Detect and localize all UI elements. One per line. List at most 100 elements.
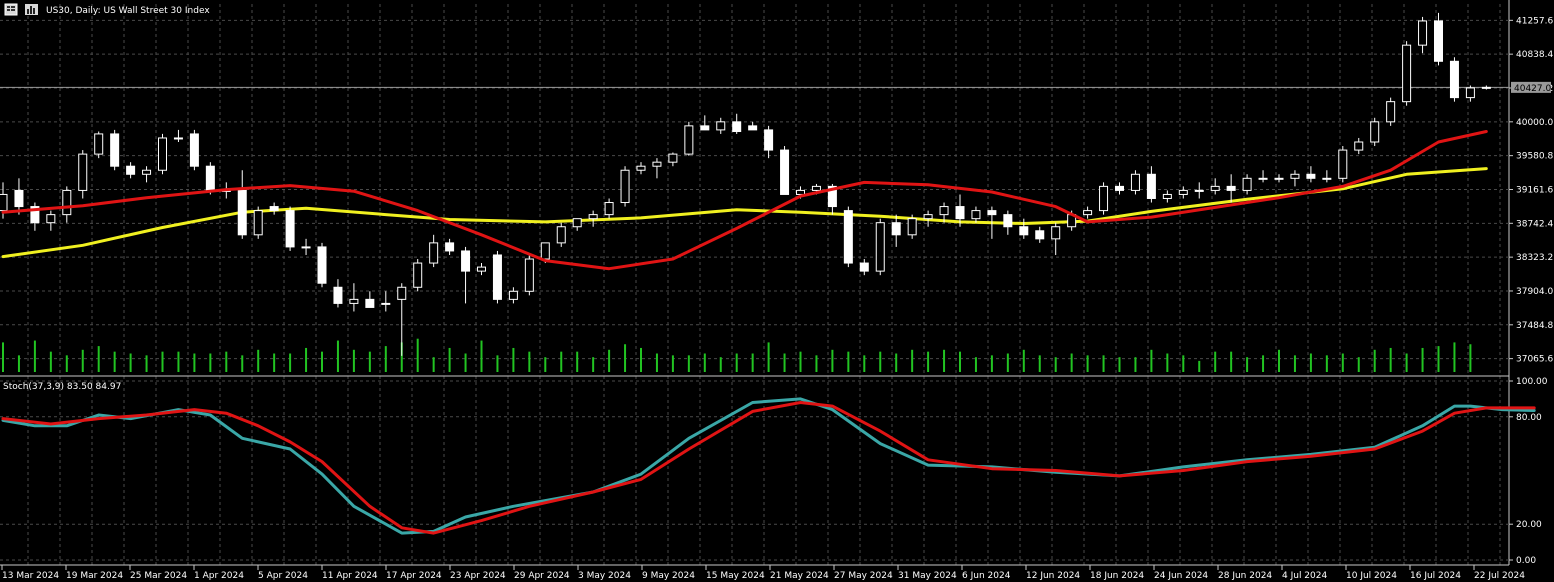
time-tick-label: 23 Apr 2024 (450, 571, 506, 581)
candle-body-bullish (1338, 149, 1348, 179)
candle-body-bullish (572, 218, 582, 228)
candle-body-bearish (987, 210, 997, 216)
candle-body-bullish (1051, 226, 1061, 240)
candle-body-bearish (1115, 185, 1124, 191)
candle-body-bearish (780, 149, 790, 195)
candle-body-bullish (477, 266, 486, 272)
time-tick-label: 10 Jul 2024 (1346, 571, 1397, 581)
candle-body-bullish (652, 161, 662, 167)
chart-canvas[interactable]: 41257.640838.440419.240000.039580.839161… (0, 0, 1554, 582)
time-tick-label: 16 Jul 2024 (1410, 571, 1461, 581)
candle-body-bullish (1210, 185, 1220, 191)
candle-body-bearish (843, 210, 853, 264)
candle-body-bearish (205, 165, 215, 191)
candle-body-bullish (1370, 121, 1380, 143)
candle-body-bearish (14, 189, 24, 208)
candle-body-bearish (1146, 173, 1156, 199)
time-tick-label: 22 Jul 2024 (1474, 571, 1525, 581)
candle-body-bullish (173, 137, 183, 140)
candle-body-bullish (907, 218, 917, 236)
candle-body-bullish (524, 258, 534, 292)
candle-body-bearish (1306, 173, 1316, 179)
candle-body-bullish (253, 210, 263, 236)
candle-body-bearish (891, 222, 901, 236)
candle-body-bearish (237, 189, 247, 236)
candle-body-bearish (1035, 230, 1045, 240)
time-tick-label: 24 Jun 2024 (1154, 571, 1208, 581)
candle-body-bullish (1481, 86, 1491, 89)
candle-body-bullish (588, 214, 598, 220)
candle-body-bullish (508, 290, 518, 300)
candle-body-bearish (955, 206, 965, 220)
candle-body-bullish (1465, 87, 1475, 99)
candle-body-bullish (1418, 20, 1428, 46)
time-tick-label: 11 Apr 2024 (322, 571, 378, 581)
candle-body-bullish (301, 246, 311, 249)
stoch-tick-label: 100.00 (1516, 377, 1548, 387)
window-menu-icon[interactable] (4, 3, 18, 16)
candle-body-bearish (764, 129, 774, 151)
candle-body-bullish (142, 169, 152, 175)
candle-body-bullish (1130, 173, 1140, 191)
candle-body-bullish (0, 193, 8, 212)
candle-body-bullish (94, 133, 104, 155)
chart-icon[interactable] (25, 4, 38, 15)
candle-body-bullish (556, 226, 566, 244)
stoch-tick-label: 80.00 (1516, 413, 1542, 423)
candle-body-bullish (413, 262, 423, 288)
candle-body-bullish (668, 153, 678, 163)
candle-body-bullish (381, 302, 391, 305)
candle-body-bullish (939, 206, 949, 216)
price-tick-label: 37904.0 (1516, 287, 1553, 297)
time-tick-label: 27 May 2024 (834, 571, 893, 581)
candle-body-bullish (1354, 141, 1364, 151)
time-tick-label: 1 Apr 2024 (194, 571, 244, 581)
candle-body-bearish (492, 254, 502, 300)
candle-body-bullish (429, 242, 439, 264)
candle-body-bullish (1242, 177, 1252, 191)
time-tick-label: 4 Jul 2024 (1282, 571, 1327, 581)
candle-body-bullish (1386, 101, 1396, 123)
time-tick-label: 21 May 2024 (770, 571, 829, 581)
candle-body-bullish (1290, 173, 1300, 179)
candle-body-bearish (445, 242, 455, 252)
time-tick-label: 29 Apr 2024 (514, 571, 570, 581)
candle-body-bearish (285, 210, 295, 248)
candle-body-bearish (732, 121, 742, 133)
candle-body-bullish (1194, 189, 1204, 192)
candle-body-bullish (1083, 210, 1093, 216)
candle-body-bullish (684, 125, 694, 155)
price-tick-label: 39161.6 (1516, 185, 1553, 195)
candle-body-bullish (971, 210, 981, 220)
price-tick-label: 38742.4 (1516, 219, 1553, 229)
candle-body-bullish (78, 153, 88, 191)
candle-body-bullish (46, 214, 56, 224)
candle-body-bearish (1019, 226, 1029, 236)
candle-body-bearish (1226, 185, 1236, 191)
time-tick-label: 6 Jun 2024 (962, 571, 1011, 581)
candle-body-bullish (1258, 177, 1268, 180)
candle-body-bullish (636, 165, 646, 171)
candle-body-bullish (540, 242, 550, 260)
stoch-tick-label: 0.00 (1516, 556, 1536, 566)
candle-body-bullish (811, 185, 821, 191)
time-tick-label: 28 Jun 2024 (1218, 571, 1272, 581)
candle-body-bearish (317, 246, 327, 284)
candle-body-bearish (461, 250, 471, 272)
candle-body-bearish (1003, 214, 1013, 228)
candle-body-bearish (700, 125, 710, 131)
chart-title: US30, Daily: US Wall Street 30 Index (46, 6, 210, 16)
candle-body-bearish (269, 206, 279, 212)
price-tick-label: 37484.8 (1516, 321, 1553, 331)
time-tick-label: 31 May 2024 (898, 571, 957, 581)
time-tick-label: 5 Apr 2024 (258, 571, 308, 581)
candle-body-bullish (158, 137, 167, 171)
stochastic-title: Stoch(37,3,9) 83.50 84.97 (3, 382, 121, 392)
time-tick-label: 17 Apr 2024 (386, 571, 442, 581)
candle-body-bearish (110, 133, 120, 167)
time-tick-label: 9 May 2024 (642, 571, 695, 581)
price-tick-label: 38323.2 (1516, 253, 1553, 263)
time-tick-label: 25 Mar 2024 (130, 571, 187, 581)
price-tick-label: 37065.6 (1516, 355, 1553, 365)
candle-body-bullish (923, 214, 933, 220)
